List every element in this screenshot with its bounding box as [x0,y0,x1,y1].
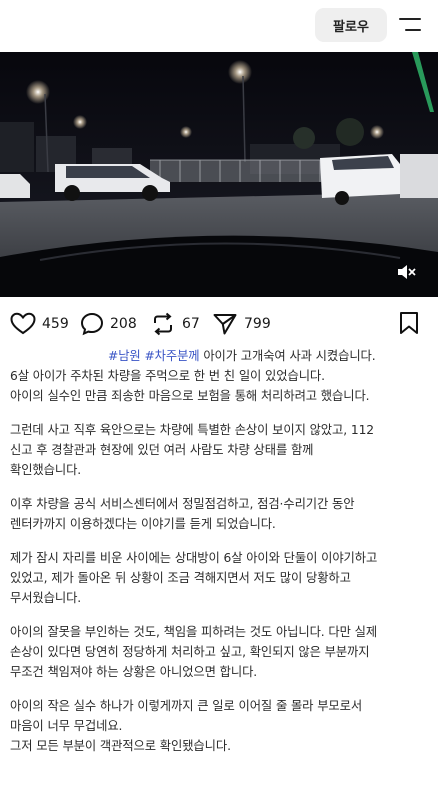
menu-icon[interactable] [398,16,422,34]
post-line: 있었고, 제가 돌아온 뒤 상황이 조금 격해지면서 저도 많이 당황하고 [10,571,351,585]
comment-count: 208 [110,316,137,332]
post-line: 아이의 실수인 만큼 죄송한 마음으로 보험을 통해 처리하려고 했습니다. [10,389,370,403]
repost-count: 67 [182,316,200,332]
action-bar: 459 208 67 799 [0,308,438,340]
post-line: 아이가 고개숙여 사과 시켰습니다. [203,349,376,363]
post-line: 무조건 책임져야 하는 상황은 아니었으면 합니다. [10,665,258,679]
post-body: #남원 #차주분께 아이가 고개숙여 사과 시켰습니다. 6살 아이가 주차된 … [10,346,432,756]
post-line: 그런데 사고 직후 육안으로는 차량에 특별한 손상이 보이지 않았고, 112 [10,423,375,437]
post-line: 그저 모든 부분이 객관적으로 확인됐습니다. [10,739,231,753]
top-bar: 팔로우 [0,0,438,52]
like-button[interactable]: 459 [10,308,69,340]
hashtag-line: #남원 #차주분께 아이가 고개숙여 사과 시켰습니다. [10,346,432,366]
post-line: 6살 아이가 주차된 차량을 주먹으로 한 번 친 일이 있었습니다. [10,369,325,383]
comment-button[interactable]: 208 [80,308,137,340]
share-count: 799 [244,316,271,332]
like-count: 459 [42,316,69,332]
post-line: 마음이 너무 무겁네요. [10,719,123,733]
post-line: 이후 차량을 공식 서비스센터에서 정밀점검하고, 점검·수리기간 동안 [10,497,355,511]
post-line: 아이의 작은 실수 하나가 이렇게까지 큰 일로 이어질 줄 몰라 부모로서 [10,699,363,713]
post-line: 확인했습니다. [10,463,82,477]
send-icon [213,314,237,335]
comment-icon [80,312,104,336]
post-line: 손상이 있다면 당연히 정당하게 처리하고 싶고, 확인되지 않은 부분까지 [10,645,370,659]
follow-button[interactable]: 팔로우 [315,8,387,42]
bookmark-icon[interactable] [398,311,420,335]
post-line: 신고 후 경찰관과 현장에 있던 여러 사람도 차량 상태를 함께 [10,443,314,457]
dashcam-frame [0,52,438,297]
hashtag-link[interactable]: #남원 [108,349,141,363]
video-player[interactable] [0,52,438,297]
mute-icon[interactable] [396,263,416,281]
post-line: 아이의 잘못을 부인하는 것도, 책임을 피하려는 것도 아닙니다. 다만 실제 [10,625,378,639]
post-line: 렌터카까지 이용하겠다는 이야기를 듣게 되었습니다. [10,517,276,531]
repost-button[interactable]: 67 [150,308,200,340]
post-line: 제가 잠시 자리를 비운 사이에는 상대방이 6살 아이와 단둘이 이야기하고 [10,551,378,565]
post-line: 무서웠습니다. [10,591,82,605]
repost-icon [154,312,172,336]
share-button[interactable]: 799 [212,308,271,340]
heart-icon [10,312,36,335]
hashtag-link[interactable]: #차주분께 [144,349,199,363]
